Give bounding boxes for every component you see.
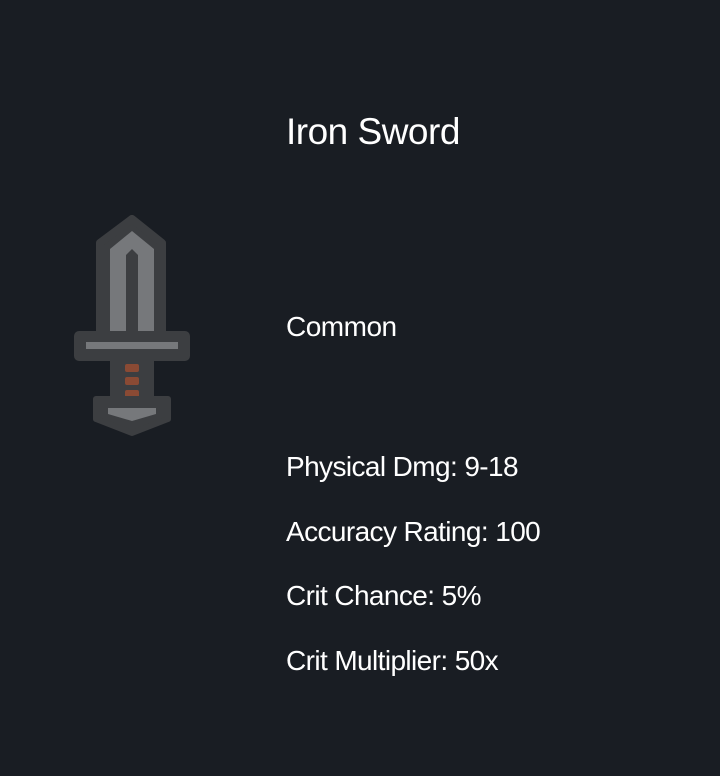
item-rarity: Common: [286, 311, 397, 342]
stats-list: Physical Dmg: 9-18 Accuracy Rating: 100 …: [286, 450, 541, 708]
stat-crit-multiplier: Crit Multiplier: 50x: [286, 644, 499, 676]
item-name: Iron Sword: [286, 111, 460, 152]
stat-crit-chance: Crit Chance: 5%: [286, 580, 481, 611]
item-tooltip: Iron Sword Common Physical Dmg: 9-18 Acc…: [0, 0, 720, 776]
stat-accuracy-rating: Accuracy Rating: 100: [286, 515, 541, 547]
sword-icon: [70, 215, 194, 437]
stat-physical-damage: Physical Dmg: 9-18: [286, 451, 519, 482]
